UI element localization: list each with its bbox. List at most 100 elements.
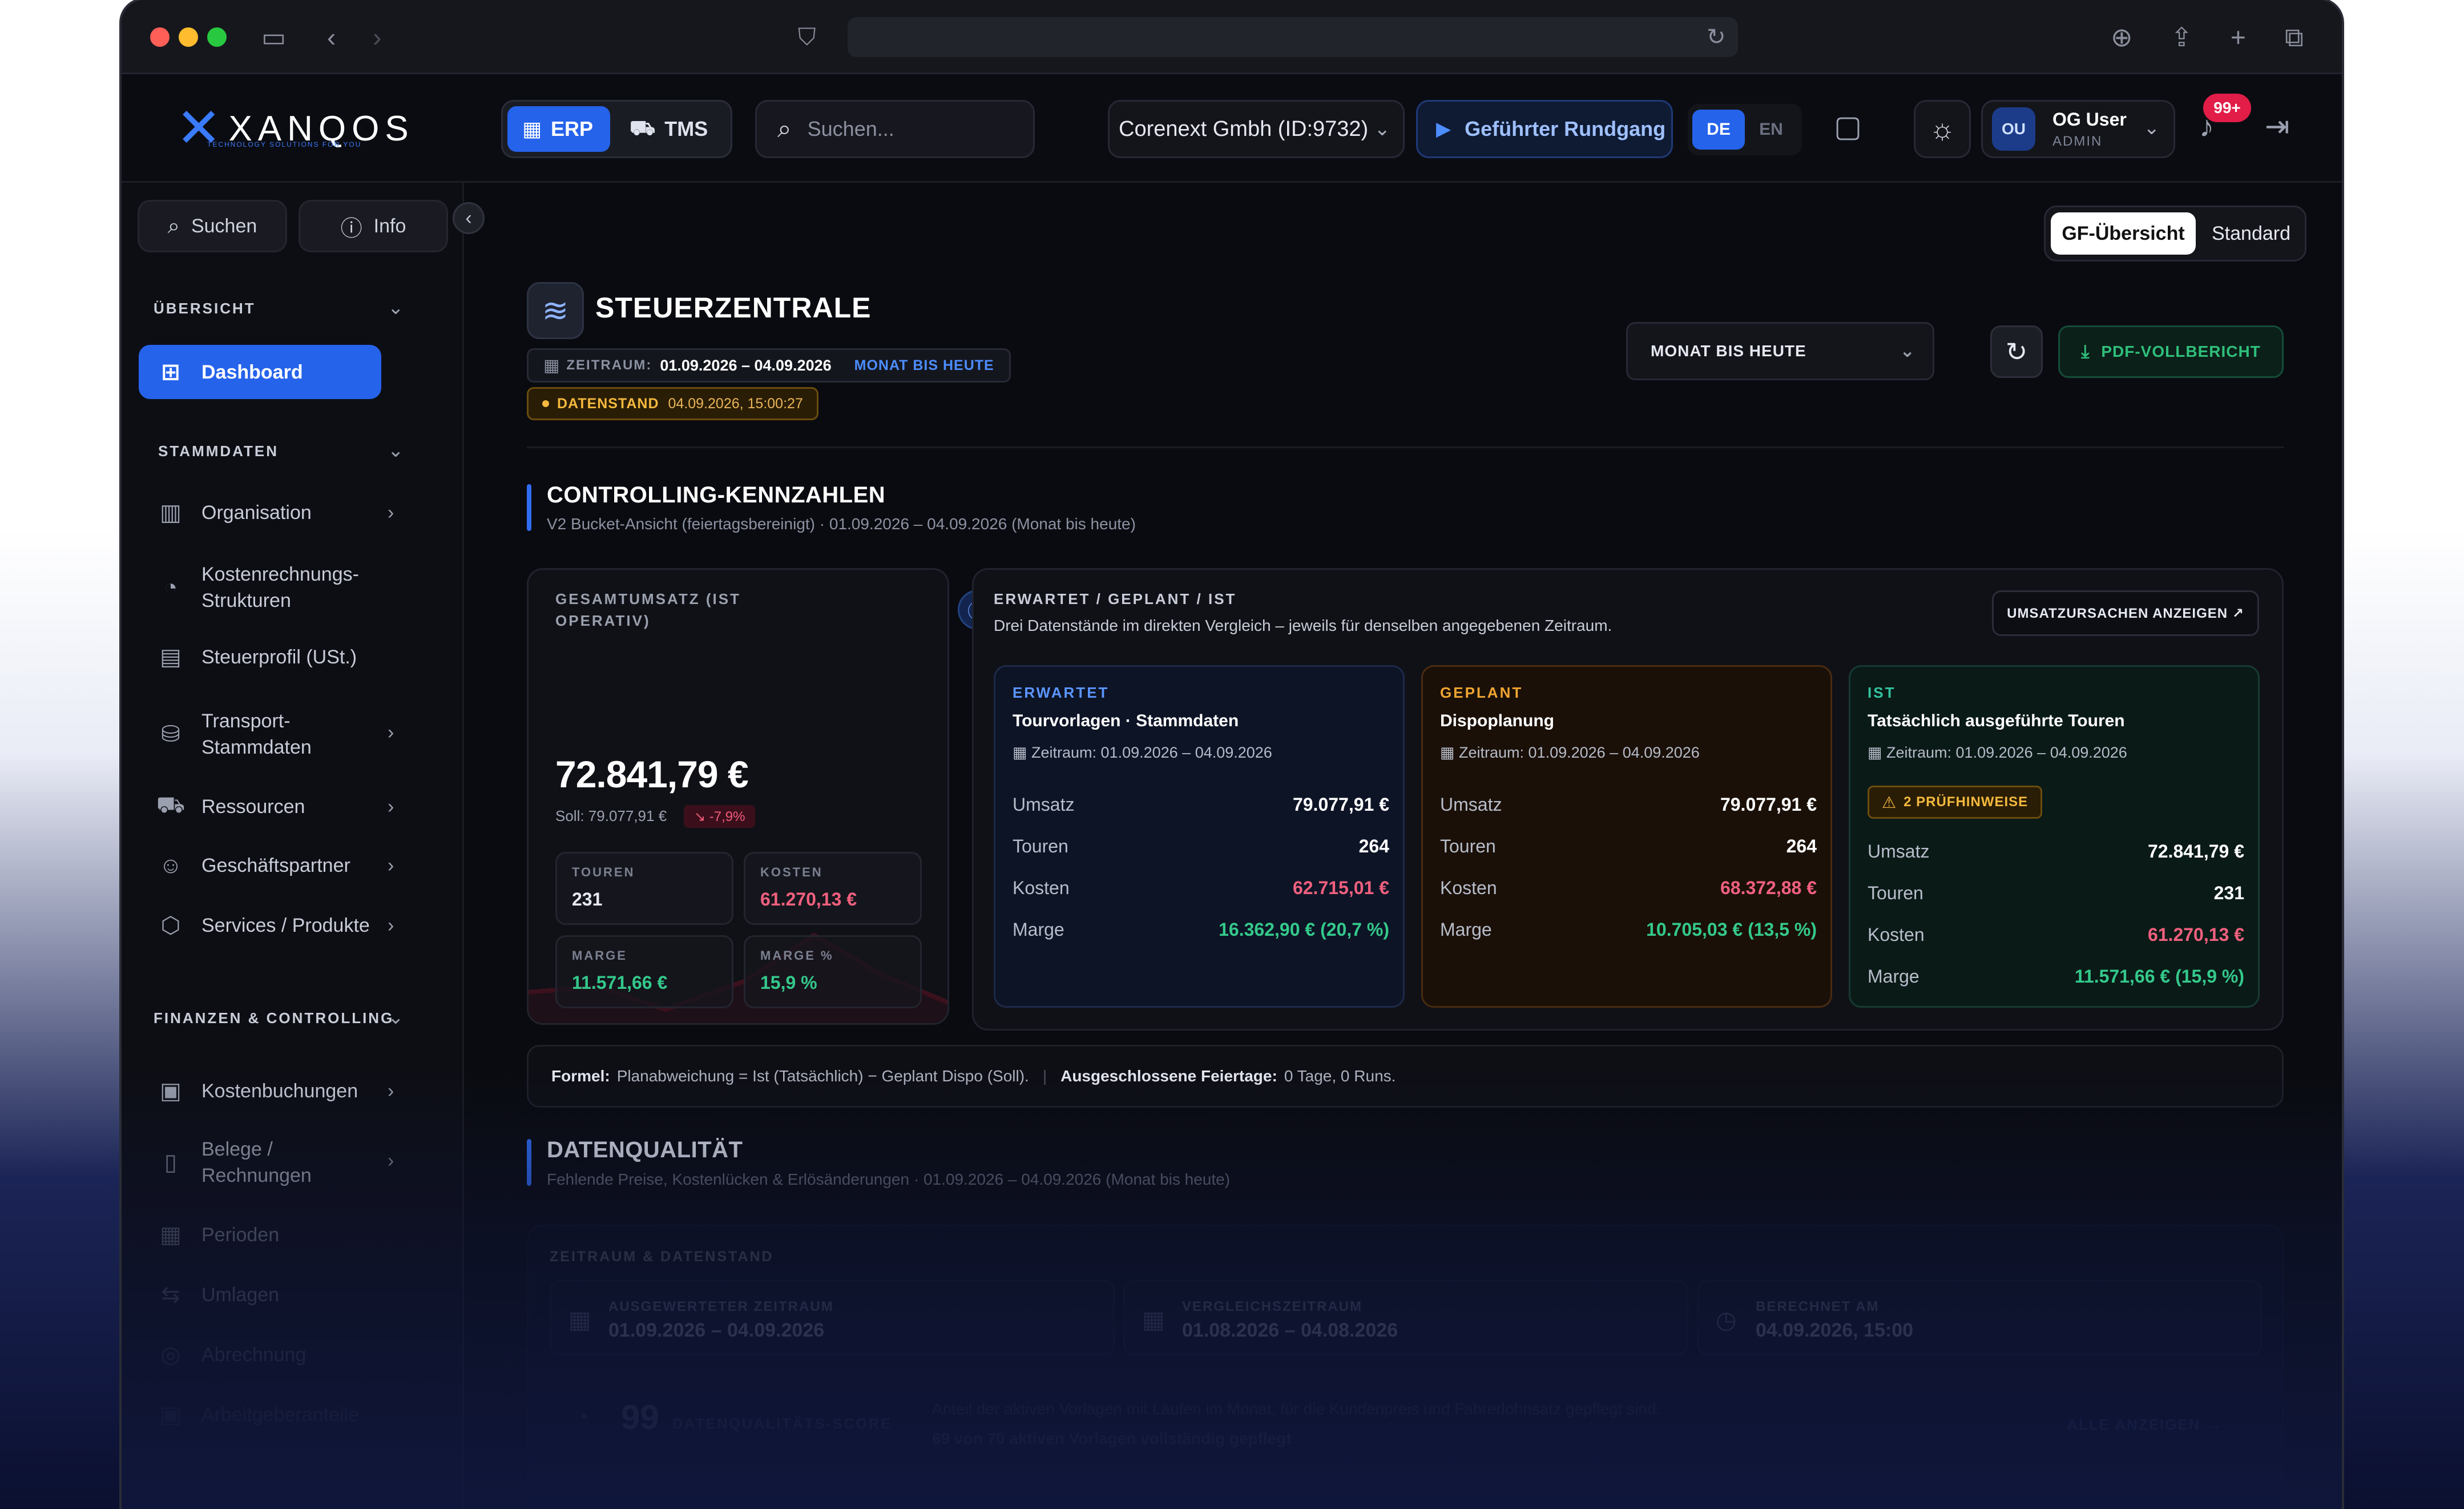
chevron-down-icon: ⌄: [388, 297, 404, 319]
refresh-button[interactable]: ↻: [1990, 325, 2043, 378]
quality-title: DATENQUALITÄT: [547, 1137, 743, 1162]
delta-badge: ↘ -7,9%: [684, 805, 756, 828]
sun-icon: ☼: [1929, 113, 1955, 145]
quality-score: 99: [621, 1398, 659, 1436]
search-icon: ⌕: [777, 115, 792, 143]
show-all-link[interactable]: ALLE ANZEIGEN →: [2067, 1416, 2222, 1434]
sidebar-item-steuerprofil[interactable]: ▤ Steuerprofil (USt.): [154, 644, 428, 670]
company-select[interactable]: Corenext Gmbh (ID:9732) ⌄: [1108, 100, 1405, 158]
status-dot: [542, 400, 549, 407]
gauge-icon: ◔: [575, 1405, 590, 1430]
browser-window: ▭ ‹ › ⛉ ↻ ⊕ ⇪ + ⧉ ✕ XANQOS TECHNOLOGY SO…: [122, 0, 2342, 1509]
pdf-report-button[interactable]: ⤓ PDF-VOLLBERICHT: [2058, 325, 2284, 378]
pruefhinweise-badge[interactable]: ⚠ 2 PRÜFHINWEISE: [1868, 786, 2043, 819]
quality-card: [527, 1225, 2284, 1509]
grid-icon: ⊞: [161, 359, 180, 385]
sidebar-item-kostenrechnung[interactable]: ◔ Kostenrechnungs- Strukturen: [154, 561, 428, 614]
lang-en-button[interactable]: EN: [1745, 110, 1797, 150]
mini-marge: MARGE 11.571,66 €: [555, 935, 733, 1008]
evaluated-period-box: ▦ AUSGEWERTETER ZEITRAUM 01.09.2026 – 04…: [550, 1280, 1115, 1355]
sidebar-collapse-button[interactable]: ‹: [453, 202, 485, 234]
download-icon[interactable]: ⊕: [2111, 21, 2133, 54]
clock-icon: ◷: [1716, 1306, 1737, 1333]
divider: [527, 446, 2284, 448]
browser-toolbar: ▭ ‹ › ⛉ ↻ ⊕ ⇪ + ⧉: [122, 0, 2342, 74]
close-window-button[interactable]: [150, 27, 170, 47]
address-bar[interactable]: ↻: [848, 17, 1738, 57]
sidebar-section-uebersicht[interactable]: ÜBERSICHT ⌄: [154, 297, 404, 319]
quality-section-label: ZEITRAUM & DATENSTAND: [550, 1249, 774, 1265]
forward-icon[interactable]: ›: [373, 21, 381, 54]
refresh-icon: ↻: [2005, 337, 2028, 367]
range-select[interactable]: MONAT BIS HEUTE ⌄: [1626, 322, 1934, 380]
datenstand-chip: DATENSTAND 04.09.2026, 15:00:27: [527, 387, 818, 420]
calendar-icon: ▦: [160, 1222, 182, 1248]
theme-toggle-button[interactable]: ☼: [1914, 100, 1971, 158]
formula-bar: Formel: Planabweichung = Ist (Tatsächlic…: [527, 1045, 2284, 1108]
sidebar-section-stammdaten[interactable]: STAMMDATEN ⌄: [158, 440, 404, 461]
settlement-icon: ◎: [160, 1342, 181, 1367]
building-icon: ▥: [160, 500, 182, 525]
reload-icon[interactable]: ↻: [1707, 21, 1726, 54]
calculated-at-box: ◷ BERECHNET AM 04.09.2026, 15:00: [1697, 1280, 2262, 1355]
quality-score-detail: 69 von 70 aktiven Vorlagen vollständig g…: [932, 1430, 1292, 1447]
sidebar-item-services[interactable]: ⬡ Services / Produkte ›: [154, 912, 428, 939]
logo-tagline: TECHNOLOGY SOLUTIONS FOR YOU: [207, 140, 362, 148]
chevron-right-icon: ›: [388, 1080, 394, 1102]
global-search-input[interactable]: ⌕ Suchen...: [755, 100, 1035, 158]
mini-touren: TOUREN 231: [555, 852, 733, 925]
sidebar-item-dashboard[interactable]: ⊞ Dashboard: [139, 345, 381, 399]
sidebar-search-button[interactable]: ⌕ Suchen: [138, 200, 287, 252]
erp-tab[interactable]: ▦ ERP: [507, 106, 610, 152]
transfer-icon: ⇆: [161, 1282, 180, 1307]
period-chip: ▦ ZEITRAUM: 01.09.2026 – 04.09.2026 MONA…: [527, 348, 1011, 383]
calendar-icon: ▦: [1142, 1306, 1165, 1333]
sidebar-item-umlagen[interactable]: ⇆ Umlagen: [154, 1282, 428, 1308]
shield-icon[interactable]: ⛉: [798, 21, 816, 54]
sidebar-item-ressourcen[interactable]: ⛟ Ressourcen ›: [154, 792, 428, 821]
compare-description: Drei Datenstände im direkten Vergleich –…: [994, 617, 1612, 634]
tab-overview-icon[interactable]: ⧉: [2285, 21, 2304, 54]
controlling-title: CONTROLLING-KENNZAHLEN: [547, 482, 886, 508]
view-gf-uebersicht-button[interactable]: GF-Übersicht: [2051, 212, 2196, 255]
database-icon: ⛁: [161, 722, 180, 747]
logout-icon[interactable]: ⇥: [2265, 110, 2290, 144]
sidebar-section-finanzen[interactable]: FINANZEN & CONTROLLING ⌄: [154, 1007, 404, 1028]
sidebar-item-geschaeftspartner[interactable]: ☺ Geschäftspartner ›: [154, 852, 428, 879]
sidebar-item-abrechnung[interactable]: ◎ Abrechnung: [154, 1342, 428, 1368]
view-standard-button[interactable]: Standard: [2199, 212, 2304, 255]
app-header: ✕ XANQOS TECHNOLOGY SOLUTIONS FOR YOU ▦ …: [122, 74, 2342, 183]
calendar-icon: ▦: [1440, 744, 1459, 761]
gesamtumsatz-label: GESAMTUMSATZ (IST OPERATIV): [555, 590, 741, 629]
chevron-right-icon: ›: [388, 795, 394, 818]
share-icon[interactable]: ⇪: [2171, 21, 2193, 54]
sidebar-item-transport[interactable]: ⛁ Transport- Stammdaten ›: [154, 708, 428, 760]
sidebar-toggle-icon[interactable]: ▭: [261, 21, 286, 54]
lang-de-button[interactable]: DE: [1692, 110, 1745, 150]
chevron-right-icon: ›: [388, 722, 394, 743]
minimize-window-button[interactable]: [179, 27, 198, 47]
sidebar-item-perioden[interactable]: ▦ Perioden: [154, 1222, 428, 1248]
soll-value: Soll: 79.077,91 €: [555, 807, 667, 824]
chevron-down-icon: ⌄: [1900, 340, 1915, 361]
sidebar-info-button[interactable]: ⓘ Info: [299, 200, 448, 252]
user-menu[interactable]: OU OG User ADMIN ⌄: [1981, 100, 2175, 158]
tms-tab[interactable]: ⛟ TMS: [615, 106, 726, 152]
sidebar-item-arbeitgeber[interactable]: ▣ Arbeitgeberanteile: [154, 1402, 428, 1428]
sidebar-item-kostenbuchungen[interactable]: ▣ Kostenbuchungen ›: [154, 1078, 428, 1104]
back-icon[interactable]: ‹: [327, 21, 336, 54]
comparison-period-box: ▦ VERGLEICHSZEITRAUM 01.08.2026 – 04.08.…: [1123, 1280, 1688, 1355]
sidebar-item-organisation[interactable]: ▥ Organisation ›: [154, 500, 428, 526]
mini-kosten: KOSTEN 61.270,13 €: [744, 852, 922, 925]
new-tab-icon[interactable]: +: [2231, 21, 2246, 54]
truck-icon: ⛟: [630, 115, 656, 139]
compare-label: ERWARTET / GEPLANT / IST: [994, 590, 1237, 607]
chat-icon[interactable]: ▢: [1834, 110, 1862, 144]
guided-tour-button[interactable]: ▶ Geführter Rundgang: [1416, 100, 1673, 158]
sidebar: ⌕ Suchen ⓘ Info ‹ ÜBERSICHT ⌄ ⊞ Dashboar…: [122, 183, 485, 1509]
sidebar-item-belege[interactable]: ▯ Belege / Rechnungen ›: [154, 1136, 428, 1189]
quality-score-description: Anteil der aktiven Vorlagen mit Läufen i…: [932, 1400, 1661, 1418]
maximize-window-button[interactable]: [207, 27, 227, 47]
ist-card: IST Tatsächlich ausgeführte Touren ▦ Zei…: [1849, 665, 2260, 1008]
umsatzursachen-button[interactable]: UMSATZURSACHEN ANZEIGEN ↗: [1992, 590, 2259, 636]
